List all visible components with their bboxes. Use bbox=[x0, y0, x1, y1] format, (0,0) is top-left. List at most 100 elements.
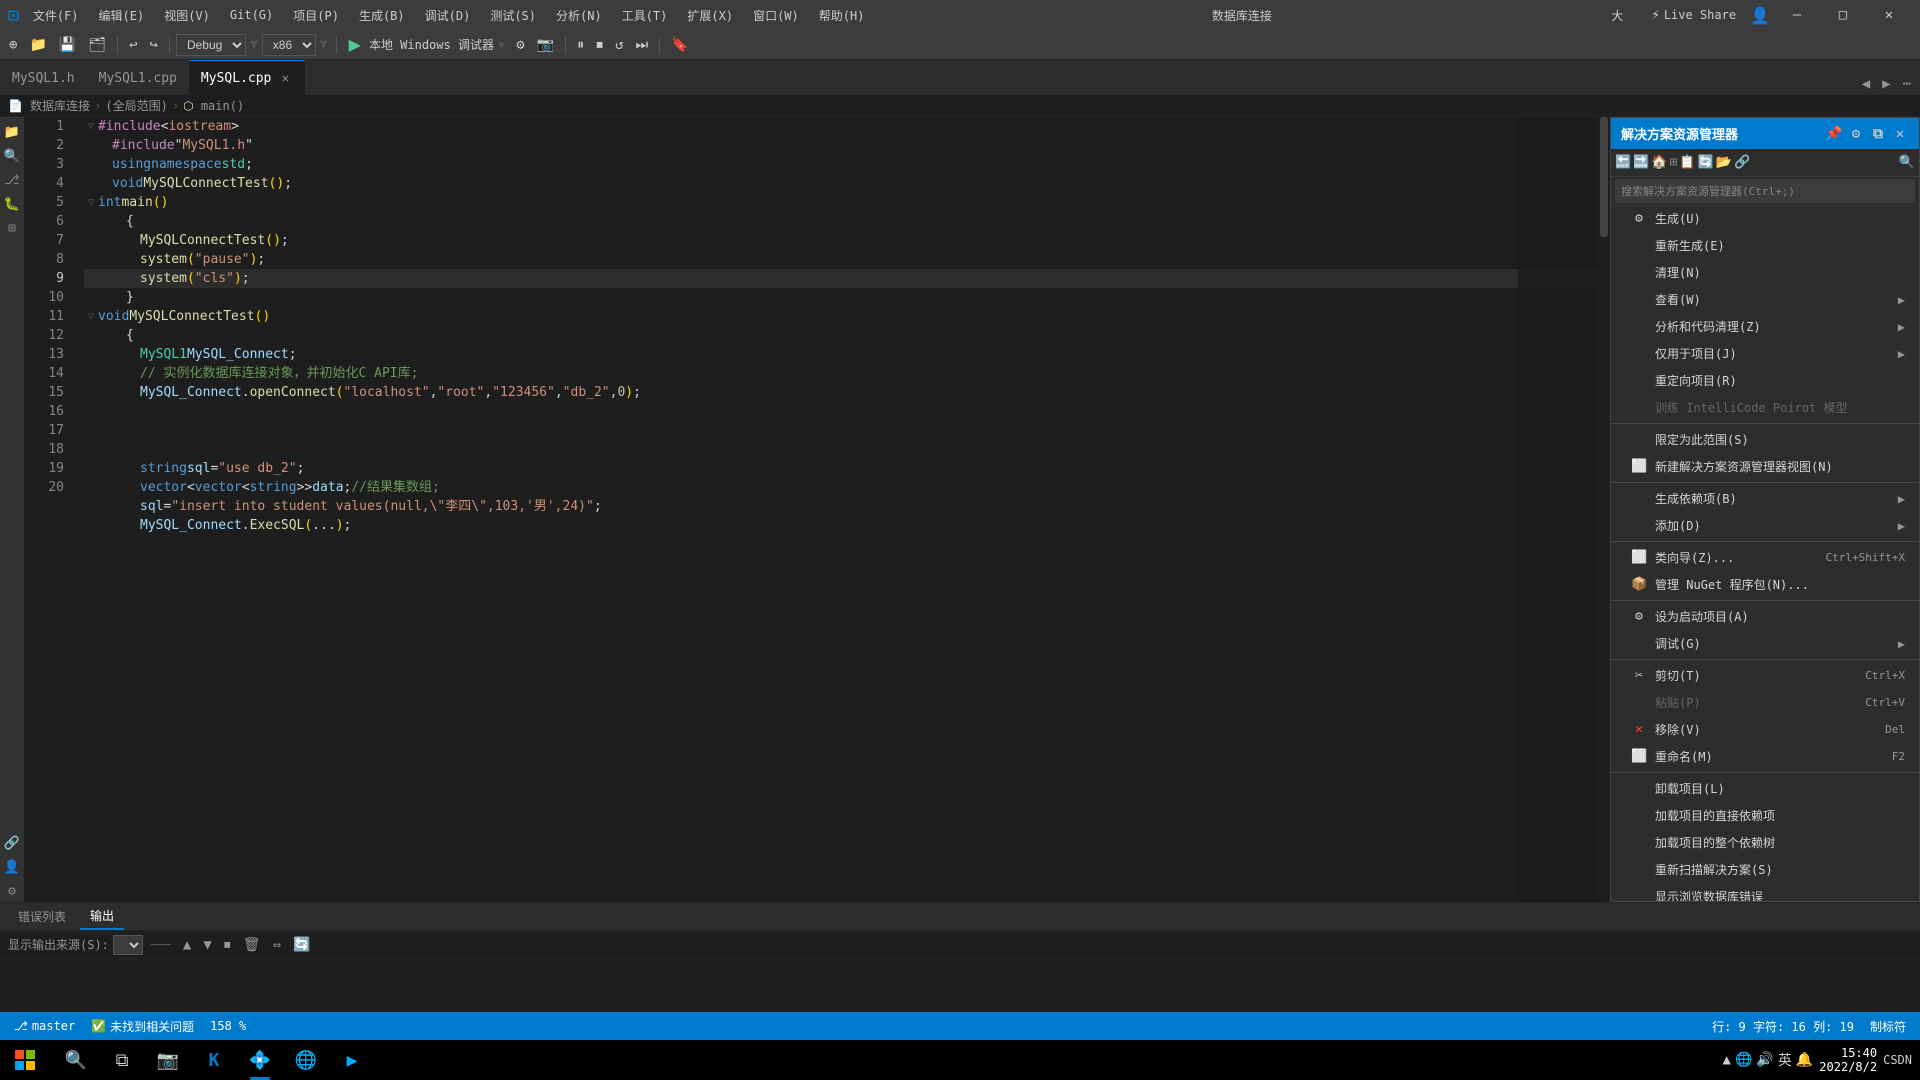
code-line-16[interactable] bbox=[84, 402, 1610, 459]
maximize-button[interactable]: □ bbox=[1820, 0, 1866, 30]
tab-scroll-left[interactable]: ◀ bbox=[1857, 73, 1875, 95]
ctx-scope[interactable]: 限定为此范围(S) bbox=[1611, 426, 1919, 453]
activity-git[interactable]: ⎇ bbox=[1, 169, 23, 191]
taskbar-taskview-button[interactable]: ⧉ bbox=[100, 1040, 144, 1080]
save-all-button[interactable]: 🗂 bbox=[83, 34, 111, 56]
ctx-remove[interactable]: ✕ 移除(V) Del bbox=[1611, 716, 1919, 743]
ctx-toolbar-btn4[interactable]: ⊞ bbox=[1670, 155, 1678, 170]
menu-help[interactable]: 帮助(H) bbox=[811, 3, 873, 28]
taskbar-vs-button[interactable]: 💠 bbox=[238, 1040, 282, 1080]
undo-button[interactable]: ↩ bbox=[124, 34, 142, 56]
activity-account[interactable]: 👤 bbox=[1, 856, 23, 878]
taskbar-play-button[interactable]: ▶ bbox=[330, 1040, 374, 1080]
run-dropdown-arrow[interactable]: ▼ bbox=[498, 38, 505, 52]
run-button[interactable]: ▶ bbox=[343, 33, 367, 57]
taskbar-notification-icon[interactable]: 🔔 bbox=[1796, 1052, 1813, 1068]
activity-search[interactable]: 🔍 bbox=[1, 145, 23, 167]
ctx-add[interactable]: 添加(D) ▶ bbox=[1611, 512, 1919, 539]
ctx-rebuild[interactable]: 重新生成(E) bbox=[1611, 232, 1919, 259]
ctx-settings-button[interactable]: ⚙ bbox=[1847, 126, 1865, 142]
ctx-toolbar-btn6[interactable]: 🔄 bbox=[1698, 155, 1714, 170]
ctx-project-only[interactable]: 仅用于项目(J) ▶ bbox=[1611, 340, 1919, 367]
encoding-status[interactable]: 制标符 bbox=[1866, 1016, 1910, 1037]
ctx-nuget[interactable]: 📦 管理 NuGet 程序包(N)... bbox=[1611, 571, 1919, 598]
code-line-3[interactable]: using namespace std; bbox=[84, 155, 1610, 174]
ctx-retarget[interactable]: 重定向项目(R) bbox=[1611, 367, 1919, 394]
taskbar-network-icon[interactable]: 🌐 bbox=[1735, 1052, 1752, 1068]
debug-btn2[interactable]: ⏹ bbox=[591, 34, 608, 56]
code-line-6[interactable]: { bbox=[84, 212, 1610, 231]
ctx-new-view[interactable]: ⬜ 新建解决方案资源管理器视图(N) bbox=[1611, 453, 1919, 480]
close-button[interactable]: ✕ bbox=[1866, 0, 1912, 30]
code-line-5[interactable]: ▽ int main() bbox=[84, 193, 1610, 212]
output-btn-up[interactable]: ▲ bbox=[179, 935, 195, 955]
ctx-toolbar-filter[interactable]: 🔍 bbox=[1899, 155, 1915, 170]
ctx-debug-g[interactable]: 调试(G) ▶ bbox=[1611, 630, 1919, 657]
menu-build[interactable]: 生成(B) bbox=[351, 3, 413, 28]
code-line-2[interactable]: #include"MySQL1.h" bbox=[84, 136, 1610, 155]
debug-config-dropdown[interactable]: Debug bbox=[176, 34, 246, 56]
code-line-7[interactable]: MySQLConnectTest(); bbox=[84, 231, 1610, 250]
tab-close-button[interactable]: ✕ bbox=[277, 70, 293, 86]
taskbar-camera-button[interactable]: 📷 bbox=[146, 1040, 190, 1080]
code-line-11[interactable]: ▽ void MySQLConnectTest() bbox=[84, 307, 1610, 326]
ctx-set-startup[interactable]: ⚙ 设为启动项目(A) bbox=[1611, 603, 1919, 630]
ctx-pin-button[interactable]: 📌 bbox=[1825, 126, 1843, 142]
errors-status[interactable]: ✅ 未找到相关问题 bbox=[87, 1016, 198, 1037]
output-btn-stop[interactable]: ⏹ bbox=[220, 935, 235, 955]
ctx-build[interactable]: ⚙ 生成(U) bbox=[1611, 205, 1919, 232]
tab-mysql-cpp[interactable]: MySQL.cpp ✕ bbox=[189, 60, 305, 95]
output-source-dropdown[interactable] bbox=[113, 935, 143, 955]
output-btn-refresh[interactable]: 🔄 bbox=[289, 935, 314, 955]
code-line-17[interactable]: string sql = "use db_2"; bbox=[84, 459, 1610, 478]
code-line-13[interactable]: MySQL1 MySQL_Connect; bbox=[84, 345, 1610, 364]
code-content[interactable]: ▽ #include<iostream> #include"MySQL1.h" … bbox=[74, 117, 1610, 902]
output-tab-output[interactable]: 输出 bbox=[80, 903, 124, 930]
git-branch-status[interactable]: ⎇ master bbox=[10, 1017, 79, 1035]
ctx-clean[interactable]: 清理(N) bbox=[1611, 259, 1919, 286]
taskbar-volume-icon[interactable]: 🔊 bbox=[1756, 1052, 1773, 1068]
save-button[interactable]: 💾 bbox=[54, 34, 81, 56]
activity-extensions[interactable]: ⊞ bbox=[1, 217, 23, 239]
menu-tools[interactable]: 工具(T) bbox=[614, 3, 676, 28]
ctx-view[interactable]: 查看(W) ▶ bbox=[1611, 286, 1919, 313]
breadcrumb-scope[interactable]: (全局范围) bbox=[105, 97, 167, 114]
activity-debug[interactable]: 🐛 bbox=[1, 193, 23, 215]
taskbar-search-button[interactable]: 🔍 bbox=[54, 1040, 98, 1080]
ctx-build-deps[interactable]: 生成依赖项(B) ▶ bbox=[1611, 485, 1919, 512]
ctx-toolbar-btn3[interactable]: 🏠 bbox=[1651, 155, 1667, 170]
zoom-status[interactable]: 158 % bbox=[206, 1017, 250, 1035]
menu-git[interactable]: Git(G) bbox=[222, 4, 281, 26]
debug-btn1[interactable]: ⏸ bbox=[572, 34, 589, 56]
menu-debug[interactable]: 调试(D) bbox=[417, 3, 479, 28]
debug-btn4[interactable]: ⏭ bbox=[631, 34, 654, 56]
code-line-20[interactable]: MySQL_Connect.ExecSQL(...); bbox=[84, 516, 1610, 535]
ctx-class-wizard[interactable]: ⬜ 类向导(Z)... Ctrl+Shift+X bbox=[1611, 544, 1919, 571]
code-line-12[interactable]: { bbox=[84, 326, 1610, 345]
taskbar-clock[interactable]: 15:40 2022/8/2 bbox=[1819, 1046, 1877, 1074]
menu-file[interactable]: 文件(F) bbox=[25, 3, 87, 28]
code-line-9[interactable]: system("cls"); bbox=[84, 269, 1610, 288]
ctx-float-button[interactable]: ⧉ bbox=[1869, 126, 1887, 142]
editor-scrollbar[interactable] bbox=[1598, 117, 1610, 902]
ctx-search-bar[interactable]: 搜索解决方案资源管理器(Ctrl+;) bbox=[1615, 179, 1915, 203]
code-line-10[interactable]: } bbox=[84, 288, 1610, 307]
menu-view[interactable]: 视图(V) bbox=[156, 3, 218, 28]
tab-mysql1-h[interactable]: MySQL1.h bbox=[0, 60, 87, 95]
activity-liveshare[interactable]: 🔗 bbox=[1, 832, 23, 854]
tab-mysql1-cpp[interactable]: MySQL1.cpp bbox=[87, 60, 189, 95]
activity-explorer[interactable]: 📁 bbox=[1, 121, 23, 143]
platform-dropdown[interactable]: x86 bbox=[262, 34, 316, 56]
code-line-19[interactable]: sql = "insert into student values(null,\… bbox=[84, 497, 1610, 516]
code-line-4[interactable]: void MySQLConnectTest(); bbox=[84, 174, 1610, 193]
minimap[interactable] bbox=[1518, 117, 1598, 902]
tab-more-button[interactable]: ⋯ bbox=[1898, 73, 1916, 95]
menu-analyze[interactable]: 分析(N) bbox=[548, 3, 610, 28]
tab-scroll-right[interactable]: ▶ bbox=[1877, 73, 1895, 95]
live-share-button[interactable]: ⚡ Live Share bbox=[1643, 4, 1744, 26]
position-status[interactable]: 行: 9 字符: 16 列: 19 bbox=[1708, 1016, 1858, 1037]
ctx-toolbar-btn2[interactable]: 🔜 bbox=[1633, 155, 1649, 170]
taskbar-chrome-button[interactable]: 🌐 bbox=[284, 1040, 328, 1080]
fold-5[interactable]: ▽ bbox=[84, 193, 98, 212]
account-icon[interactable]: 👤 bbox=[1750, 6, 1770, 25]
